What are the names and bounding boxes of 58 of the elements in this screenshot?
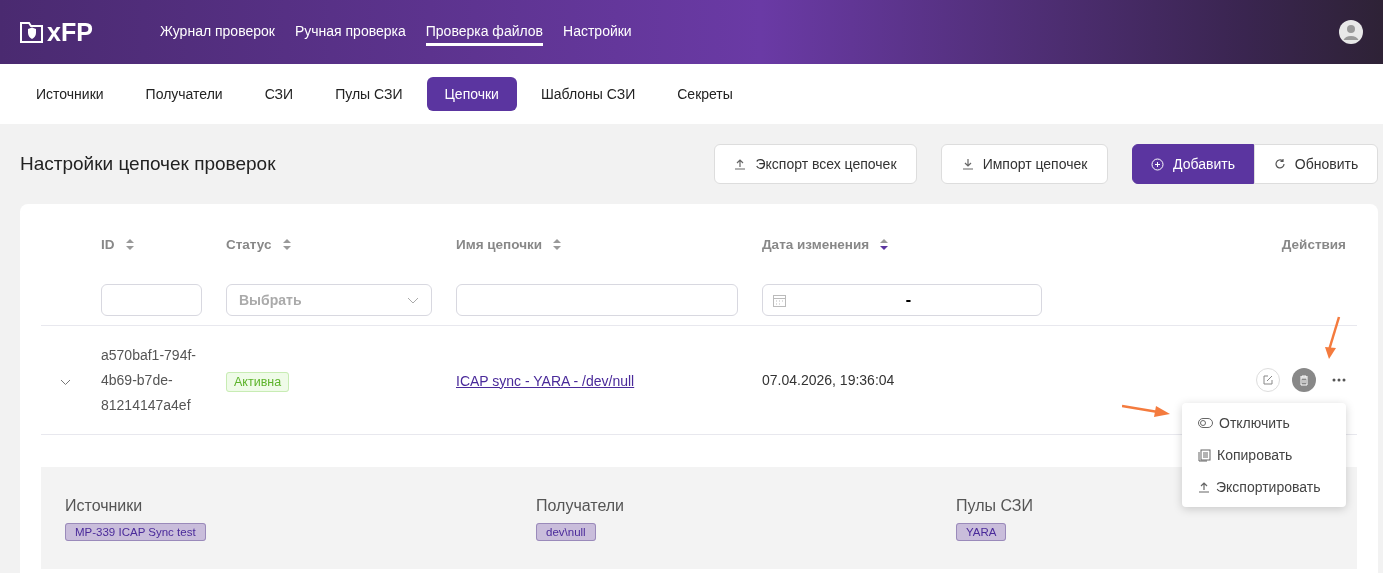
download-icon <box>961 158 974 170</box>
tab[interactable]: Получатели <box>127 77 241 111</box>
date-cell-text: 07.04.2026, 19:36:04 <box>762 372 896 388</box>
tab[interactable]: Цепочки <box>426 77 517 111</box>
nav-link[interactable]: Ручная проверка <box>294 18 406 46</box>
nav-link[interactable]: Настройки <box>563 18 632 46</box>
chain-name-link[interactable]: ICAP sync - YARA - /dev/null <box>456 372 635 389</box>
column-header: Дата изменения <box>762 236 870 252</box>
column-header: Статус <box>226 236 272 252</box>
trash-icon <box>1299 374 1309 386</box>
annotation-arrow <box>1122 404 1170 418</box>
export-button[interactable]: Экспорт всех цепочек <box>714 144 917 184</box>
more-icon[interactable] <box>1332 378 1346 382</box>
filter-field[interactable] <box>101 284 202 316</box>
nav-link[interactable]: Проверка файлов <box>425 18 544 46</box>
tab[interactable]: Секреты <box>659 77 751 111</box>
sort-icon[interactable] <box>879 237 890 251</box>
detail-label: Источники <box>65 496 144 515</box>
add-button[interactable]: Добавить <box>1132 144 1254 184</box>
column-header: ID <box>101 236 115 252</box>
tab[interactable]: Источники <box>18 77 122 111</box>
copy-icon <box>1198 448 1211 462</box>
tab[interactable]: Шаблоны СЗИ <box>522 77 654 111</box>
folder-shield-icon <box>20 21 44 43</box>
avatar-icon[interactable] <box>1339 20 1363 44</box>
upload-icon <box>1198 481 1210 493</box>
tab[interactable]: СЗИ <box>246 77 312 111</box>
expand-chevron-icon[interactable] <box>60 378 71 386</box>
plus-circle-icon <box>1151 157 1165 171</box>
id-cell-text: a570baf1-794f-4b69-b7de-81214147a4ef <box>101 345 197 415</box>
tag: dev\null <box>536 522 596 541</box>
annotation-arrow <box>1325 316 1341 360</box>
tag: MP-339 ICAP Sync test <box>65 522 206 541</box>
toggle-icon <box>1198 418 1213 428</box>
tab[interactable]: Пулы СЗИ <box>317 77 421 111</box>
detail-label: Получатели <box>536 496 626 515</box>
date-range-field[interactable]: - <box>762 284 1042 316</box>
logo-text: xFP <box>47 17 93 47</box>
edit-button[interactable] <box>1256 368 1280 392</box>
calendar-icon <box>773 293 786 307</box>
chevron-down-icon <box>407 296 419 304</box>
filter-field[interactable] <box>456 284 738 316</box>
status-badge: Активна <box>226 371 290 392</box>
nav-link[interactable]: Журнал проверок <box>160 18 275 46</box>
edit-icon <box>1263 375 1273 385</box>
refresh-icon <box>1273 158 1286 170</box>
menu-item[interactable]: Копировать <box>1182 439 1346 471</box>
upload-icon <box>734 158 747 170</box>
tag: YARA <box>956 522 1007 541</box>
page-title: Настройки цепочек проверок <box>20 153 276 175</box>
column-header: Действия <box>1281 236 1346 252</box>
menu-item[interactable]: Экспортировать <box>1182 471 1346 503</box>
column-header: Имя цепочки <box>456 236 543 252</box>
delete-button[interactable] <box>1292 368 1316 392</box>
menu-item[interactable]: Отключить <box>1182 407 1346 439</box>
detail-label: Пулы СЗИ <box>956 496 1034 515</box>
import-button[interactable]: Импорт цепочек <box>941 144 1108 184</box>
refresh-button[interactable]: Обновить <box>1254 144 1378 184</box>
